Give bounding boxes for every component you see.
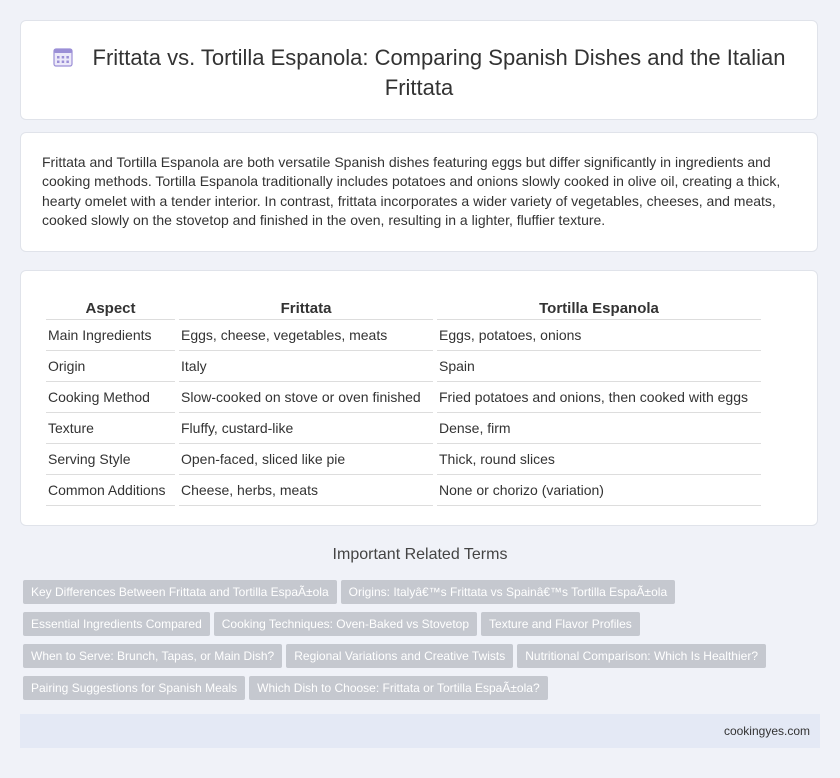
table-cell: Slow-cooked on stove or oven finished — [179, 382, 433, 413]
table-cell: Spain — [437, 351, 761, 382]
table-cell: Dense, firm — [437, 413, 761, 444]
tag-row: Pairing Suggestions for Spanish Meals Whi… — [23, 676, 783, 708]
table-cell: Eggs, cheese, vegetables, meats — [179, 320, 433, 351]
intro-card: Frittata and Tortilla Espanola are both … — [20, 132, 818, 252]
related-term-link[interactable]: Which Dish to Choose: Frittata or Tortil… — [249, 676, 548, 700]
related-terms-list: Key Differences Between Frittata and Tor… — [23, 580, 783, 708]
table-row: Texture Fluffy, custard-like Dense, firm — [46, 413, 761, 444]
table-row: Cooking Method Slow-cooked on stove or o… — [46, 382, 761, 413]
related-term-link[interactable]: When to Serve: Brunch, Tapas, or Main Di… — [23, 644, 283, 668]
table-cell: Main Ingredients — [46, 320, 175, 351]
intro-paragraph: Frittata and Tortilla Espanola are both … — [42, 154, 781, 229]
related-terms-title: Important Related Terms — [332, 546, 508, 563]
related-term-link[interactable]: Nutritional Comparison: Which Is Healthi… — [517, 644, 766, 668]
header-tortilla: Tortilla Espanola — [437, 297, 761, 320]
table-cell: Fried potatoes and onions, then cooked w… — [437, 382, 761, 413]
table-cell: Origin — [46, 351, 175, 382]
related-term-link[interactable]: Regional Variations and Creative Twists — [286, 644, 514, 668]
table-cell: Cooking Method — [46, 382, 175, 413]
page-title: Frittata vs. Tortilla Espanola: Comparin… — [21, 43, 817, 103]
footer: cookingyes.com — [20, 714, 820, 748]
table-cell: None or chorizo (variation) — [437, 475, 761, 506]
related-term-link[interactable]: Texture and Flavor Profiles — [481, 612, 640, 636]
table-cell: Italy — [179, 351, 433, 382]
table-header-row: Aspect Frittata Tortilla Espanola — [46, 297, 761, 320]
table-cell: Open-faced, sliced like pie — [179, 444, 433, 475]
table-cell: Fluffy, custard-like — [179, 413, 433, 444]
table-row: Serving Style Open-faced, sliced like pi… — [46, 444, 761, 475]
related-term-link[interactable]: Origins: Italyâ€™s Frittata vs Spainâ€™s… — [340, 580, 676, 604]
table-cell: Texture — [46, 413, 175, 444]
table-cell: Thick, round slices — [437, 444, 761, 475]
comparison-table: Aspect Frittata Tortilla Espanola Main I… — [42, 297, 765, 506]
related-term-link[interactable]: Essential Ingredients Compared — [23, 612, 210, 636]
header-frittata: Frittata — [179, 297, 433, 320]
table-cell: Eggs, potatoes, onions — [437, 320, 761, 351]
tag-row: Essential Ingredients Compared Cooking Te… — [23, 612, 783, 644]
table-row: Main Ingredients Eggs, cheese, vegetable… — [46, 320, 761, 351]
table-cell: Cheese, herbs, meats — [179, 475, 433, 506]
header-aspect: Aspect — [46, 297, 175, 320]
title-card: Frittata vs. Tortilla Espanola: Comparin… — [20, 20, 818, 120]
page-title-text: Frittata vs. Tortilla Espanola: Comparin… — [92, 45, 786, 100]
tag-row: Key Differences Between Frittata and Tor… — [23, 580, 783, 612]
tag-row: When to Serve: Brunch, Tapas, or Main Di… — [23, 644, 783, 676]
related-term-link[interactable]: Key Differences Between Frittata and Tor… — [23, 580, 337, 604]
related-term-link[interactable]: Pairing Suggestions for Spanish Meals — [23, 676, 246, 700]
footer-site[interactable]: cookingyes.com — [724, 724, 810, 738]
calendar-icon — [52, 48, 73, 67]
table-cell: Common Additions — [46, 475, 175, 506]
table-row: Common Additions Cheese, herbs, meats No… — [46, 475, 761, 506]
table-row: Origin Italy Spain — [46, 351, 761, 382]
comparison-card: Aspect Frittata Tortilla Espanola Main I… — [20, 270, 818, 526]
table-cell: Serving Style — [46, 444, 175, 475]
related-term-link[interactable]: Cooking Techniques: Oven-Baked vs Stovet… — [213, 612, 478, 636]
